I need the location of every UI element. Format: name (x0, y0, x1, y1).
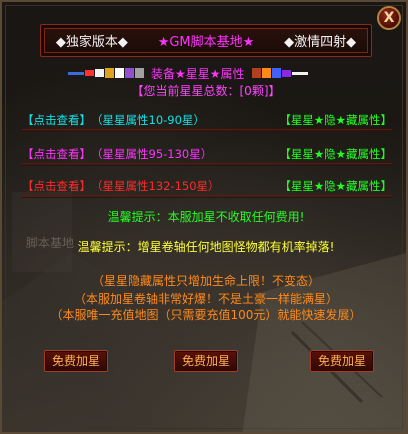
top-banner: ◆独家版本◆ ★GM脚本基地★ ◆激情四射◆ (40, 24, 372, 57)
info-recharge-map: （本服唯一充值地图（只需要充值100元）就能快速发展） (50, 308, 362, 322)
equip-star-title: 装备★星星★属性 (151, 66, 245, 81)
info-scroll-drop: （本服加星卷轴非常好爆！不是土豪一样能满星） (73, 292, 338, 306)
equip-star-title-row: 装备★星星★属性 (68, 66, 308, 81)
free-star-button-1[interactable]: 免费加星 (44, 350, 108, 372)
star-row-132-150: 【点击查看】 （星星属性132-150星） 【星星★隐★藏属性】 (22, 176, 392, 198)
color-swatch (85, 70, 94, 76)
banner-gm-script-base: ★GM脚本基地★ (157, 35, 255, 50)
color-swatch (115, 68, 124, 78)
color-swatch (125, 68, 134, 78)
color-swatch (291, 71, 308, 75)
view-link-10-90[interactable]: 【点击查看】 (22, 112, 91, 128)
star-range-132-150: （星星属性132-150星） (91, 178, 220, 193)
free-star-button-2[interactable]: 免费加星 (174, 350, 238, 372)
color-swatch (251, 68, 261, 78)
star-attribute-dialog: X ◆独家版本◆ ★GM脚本基地★ ◆激情四射◆ 装备★星星★属性 【您当前星星… (0, 0, 408, 434)
close-icon: X (383, 10, 395, 26)
tip-free-star: 温馨提示：本服加星不收取任何费用! (107, 210, 305, 224)
banner-passion: ◆激情四射◆ (284, 35, 357, 50)
color-swatch (281, 69, 291, 77)
color-swatch (105, 68, 114, 78)
banner-exclusive-version: ◆独家版本◆ (55, 35, 128, 50)
color-swatch (271, 68, 281, 78)
tip-scroll-drop: 温馨提示：增星卷轴任何地图怪物都有机率掉落! (77, 240, 335, 254)
color-swatch (135, 68, 144, 78)
star-range-95-130: （星星属性95-130星） (91, 146, 213, 161)
view-link-95-130[interactable]: 【点击查看】 (22, 146, 91, 162)
color-swatch (261, 68, 271, 78)
hidden-attr-95-130: 【星星★隐★藏属性】 (279, 146, 392, 161)
star-row-95-130: 【点击查看】 （星星属性95-130星） 【星星★隐★藏属性】 (22, 144, 392, 166)
view-link-132-150[interactable]: 【点击查看】 (22, 178, 91, 194)
color-swatch (95, 69, 104, 77)
star-range-10-90: （星星属性10-90星） (91, 112, 205, 127)
free-star-button-3[interactable]: 免费加星 (310, 350, 374, 372)
info-hidden-attr: （星星隐藏属性只增加生命上限！不变态） (91, 274, 320, 288)
color-swatch (68, 71, 84, 75)
star-row-10-90: 【点击查看】 （星星属性10-90星） 【星星★隐★藏属性】 (22, 110, 392, 132)
close-button[interactable]: X (377, 6, 401, 30)
hidden-attr-10-90: 【星星★隐★藏属性】 (279, 112, 392, 127)
hidden-attr-132-150: 【星星★隐★藏属性】 (279, 178, 392, 193)
total-stars-count: 【您当前星星总数：[0颗]】 (131, 84, 281, 98)
